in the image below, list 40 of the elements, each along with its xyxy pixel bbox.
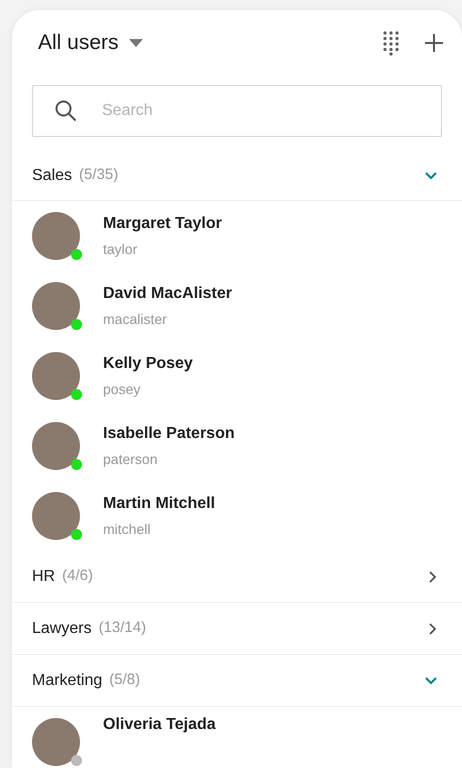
group-count: (5/35): [79, 165, 118, 186]
group-name: Lawyers: [32, 618, 92, 638]
avatar-placeholder: [32, 212, 80, 260]
avatar-placeholder: [32, 718, 80, 766]
avatar-placeholder: [32, 352, 80, 400]
search-field[interactable]: Search: [32, 85, 442, 137]
chevron-right-icon: [428, 622, 438, 636]
add-button[interactable]: [422, 31, 446, 55]
group-header[interactable]: Marketing (5/8): [12, 655, 462, 707]
chevron-down-icon: [424, 170, 438, 180]
chevron-down-icon: [424, 676, 438, 686]
user-handle: paterson: [103, 450, 158, 469]
user-name: Margaret Taylor: [103, 214, 222, 234]
user-name: Kelly Posey: [103, 354, 193, 374]
plus-icon: [424, 33, 444, 53]
search-icon: [54, 99, 78, 123]
user-filter-dropdown[interactable]: All users: [38, 27, 143, 59]
group-name: Sales: [32, 166, 72, 186]
user-name: David MacAlister: [103, 284, 232, 304]
group-header[interactable]: Sales (5/35): [12, 151, 462, 201]
avatar-placeholder: [32, 282, 80, 330]
caret-down-icon: [128, 39, 143, 47]
user-handle: macalister: [103, 310, 168, 329]
avatar-placeholder: [32, 492, 80, 540]
user-handle: taylor: [103, 240, 138, 259]
user-name: Martin Mitchell: [103, 494, 216, 514]
group-count: (4/6): [62, 566, 93, 586]
user-handle: mitchell: [103, 520, 152, 539]
group-name: HR: [32, 566, 56, 586]
group-name: Marketing: [32, 670, 102, 690]
group-header[interactable]: Lawyers (13/14): [12, 603, 462, 655]
user-name: Isabelle Paterson: [103, 424, 235, 444]
chevron-right-icon: [428, 570, 438, 584]
group-count: (13/14): [98, 618, 146, 638]
dialpad-icon: [382, 30, 400, 56]
user-name: Oliveria Tejada: [103, 715, 216, 735]
group-count: (5/8): [109, 670, 140, 690]
user-handle: posey: [103, 380, 142, 399]
group-header[interactable]: HR (4/6): [12, 551, 462, 603]
avatar-placeholder: [32, 422, 80, 470]
